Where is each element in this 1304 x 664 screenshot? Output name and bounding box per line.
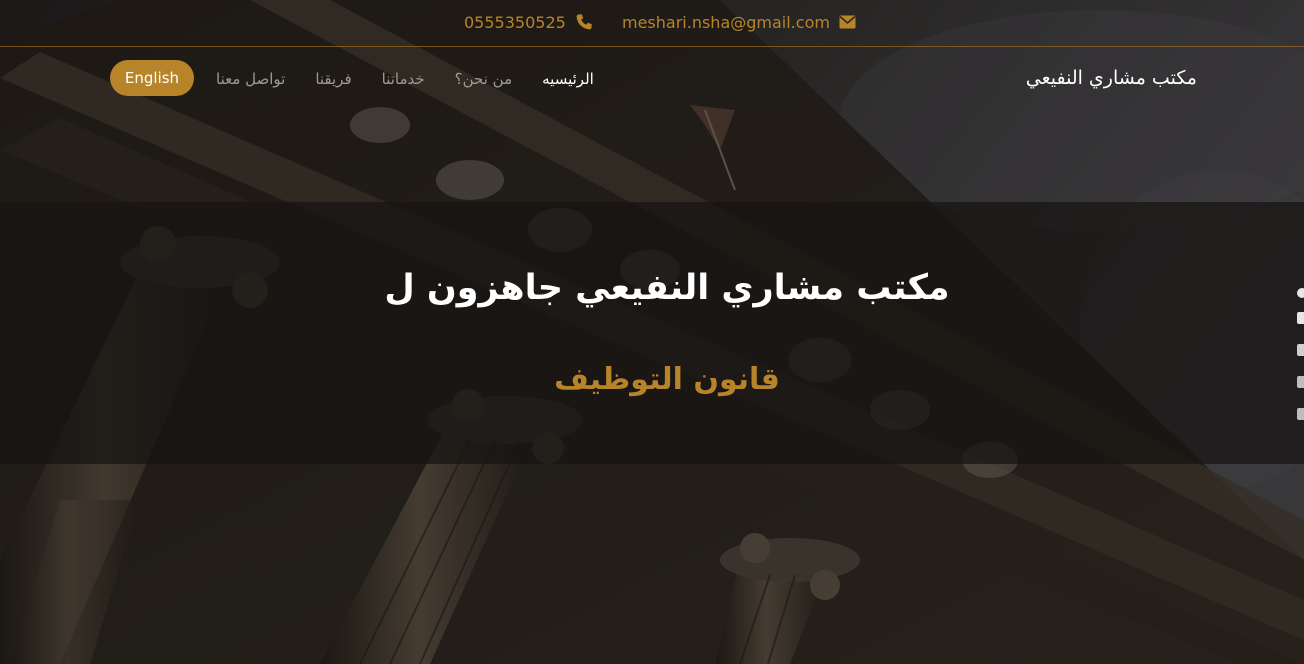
hero-banner: مكتب مشاري النفيعي جاهزون ل قانون التوظي…: [0, 202, 1304, 464]
widget-icon-4: [1297, 408, 1304, 420]
hero-title: مكتب مشاري النفيعي جاهزون ل: [384, 268, 950, 308]
nav-item-team[interactable]: فريقنا: [315, 70, 351, 88]
widget-icon-2: [1297, 344, 1304, 356]
star-icon: [1297, 288, 1304, 298]
site-brand[interactable]: مكتب مشاري النفيعي: [1026, 67, 1197, 89]
nav-links: الرئيسيه من نحن؟ خدماتنا فريقنا تواصل مع…: [216, 70, 594, 88]
phone-link[interactable]: 0555350525: [464, 11, 593, 33]
hero-subtitle: قانون التوظيف: [554, 362, 780, 397]
main-navbar: مكتب مشاري النفيعي الرئيسيه من نحن؟ خدما…: [0, 47, 1304, 111]
language-toggle-button[interactable]: English: [110, 60, 194, 96]
nav-item-home[interactable]: الرئيسيه: [542, 70, 594, 88]
email-link[interactable]: meshari.nsha@gmail.com: [622, 11, 856, 33]
nav-item-about[interactable]: من نحن؟: [455, 70, 512, 88]
widget-icon-3: [1297, 376, 1304, 388]
floating-side-widget[interactable]: [1293, 280, 1304, 430]
nav-item-services[interactable]: خدماتنا: [382, 70, 425, 88]
phone-text: 0555350525: [464, 12, 566, 32]
phone-icon: [575, 13, 593, 31]
email-text: meshari.nsha@gmail.com: [622, 12, 830, 32]
nav-item-contact[interactable]: تواصل معنا: [216, 70, 285, 88]
widget-icon-1: [1297, 312, 1304, 324]
top-contact-bar: meshari.nsha@gmail.com 0555350525: [0, 0, 1304, 47]
envelope-icon: [839, 15, 856, 29]
